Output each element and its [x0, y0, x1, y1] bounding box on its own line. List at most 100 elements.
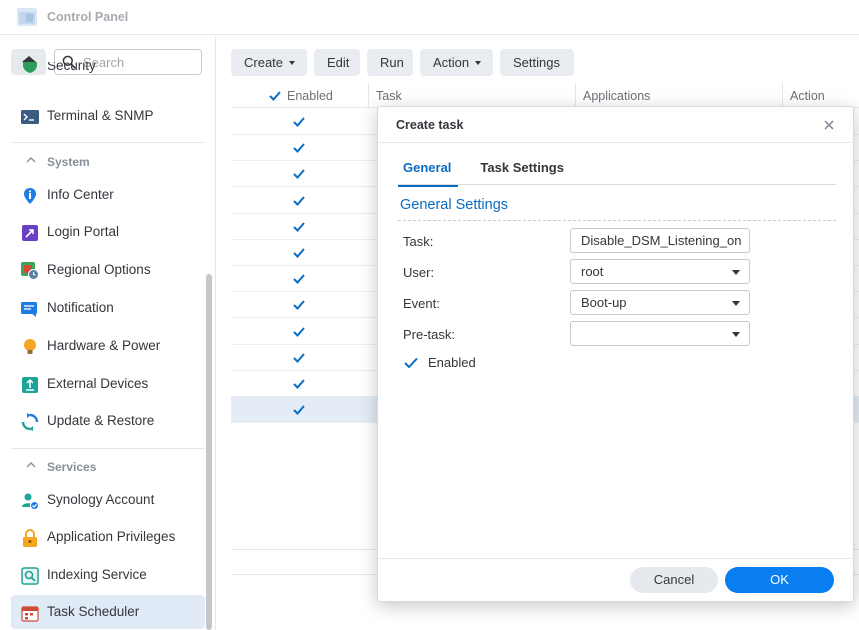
- tab-general[interactable]: General: [398, 159, 459, 187]
- column-label: Action: [790, 89, 825, 103]
- sidebar-item-label: Task Scheduler: [47, 604, 140, 619]
- create-button[interactable]: Create: [231, 49, 307, 76]
- checkmark-icon[interactable]: [292, 115, 306, 129]
- calendar-icon: [21, 606, 39, 622]
- checkmark-icon[interactable]: [292, 351, 306, 365]
- action-button[interactable]: Action: [420, 49, 493, 76]
- globe-clock-icon: [21, 262, 39, 280]
- column-applications[interactable]: Applications: [576, 83, 783, 108]
- tabs-divider: [398, 184, 836, 185]
- sidebar-item-label: External Devices: [47, 376, 149, 391]
- checkmark-icon[interactable]: [292, 220, 306, 234]
- terminal-icon: [21, 110, 39, 124]
- edit-button[interactable]: Edit: [314, 49, 360, 76]
- pretask-label: Pre-task:: [403, 327, 456, 342]
- checkmark-icon[interactable]: [292, 325, 306, 339]
- sidebar: Security Terminal & SNMP System Info Cen…: [0, 36, 216, 630]
- section-services[interactable]: Services: [11, 455, 205, 479]
- sidebar-item-hardware-power[interactable]: Hardware & Power: [11, 329, 205, 363]
- section-title: General Settings: [400, 197, 509, 213]
- section-divider: [398, 220, 836, 221]
- run-button[interactable]: Run: [367, 49, 413, 76]
- section-label: Services: [47, 460, 97, 474]
- cancel-button[interactable]: Cancel: [630, 567, 718, 593]
- sidebar-item-info-center[interactable]: Info Center: [11, 178, 205, 212]
- lightbulb-icon: [24, 339, 36, 354]
- update-icon: [21, 413, 39, 431]
- footer-divider: [378, 558, 855, 559]
- action-label: Action: [433, 55, 470, 70]
- toolbar: Create Edit Run Action Settings: [231, 49, 574, 76]
- checkmark-icon[interactable]: [268, 89, 282, 103]
- control-panel-icon: [17, 8, 37, 26]
- notification-icon: [21, 302, 37, 317]
- column-label: Enabled: [287, 89, 333, 103]
- checkmark-icon[interactable]: [292, 141, 306, 155]
- checkmark-icon[interactable]: [292, 194, 306, 208]
- sidebar-item-synology-account[interactable]: Synology Account: [11, 483, 205, 517]
- checkmark-icon[interactable]: [403, 355, 419, 371]
- sidebar-item-application-privileges[interactable]: Application Privileges: [11, 520, 205, 554]
- user-label: User:: [403, 265, 435, 280]
- enabled-label: Enabled: [428, 355, 476, 370]
- event-select[interactable]: Boot-up: [570, 290, 750, 315]
- pretask-select[interactable]: [570, 321, 750, 346]
- dialog-divider: [378, 142, 855, 143]
- sidebar-item-login-portal[interactable]: Login Portal: [11, 215, 205, 249]
- external-device-icon: [22, 377, 38, 393]
- sidebar-item-label: Application Privileges: [47, 529, 176, 544]
- login-portal-icon: [22, 225, 38, 241]
- checkmark-icon[interactable]: [292, 246, 306, 260]
- run-label: Run: [380, 55, 404, 70]
- task-name-input[interactable]: Disable_DSM_Listening_on: [570, 228, 750, 253]
- column-enabled[interactable]: Enabled: [231, 83, 369, 108]
- sidebar-item-terminal-snmp[interactable]: Terminal & SNMP: [11, 99, 205, 133]
- column-task[interactable]: Task: [369, 83, 576, 108]
- dropdown-arrow-icon: [732, 270, 740, 275]
- window-title: Control Panel: [47, 10, 129, 24]
- grid-header: Enabled Task Applications Action: [231, 83, 859, 108]
- sidebar-item-label: Login Portal: [47, 224, 120, 239]
- column-label: Task: [376, 89, 402, 103]
- user-select[interactable]: root: [570, 259, 750, 284]
- checkmark-icon[interactable]: [292, 377, 306, 391]
- chevron-up-icon: [26, 157, 36, 163]
- sidebar-item-task-scheduler[interactable]: Task Scheduler: [11, 595, 205, 629]
- edit-label: Edit: [327, 55, 350, 70]
- sidebar-scrollbar[interactable]: [206, 274, 212, 630]
- checkmark-icon[interactable]: [292, 403, 306, 417]
- checkmark-icon[interactable]: [292, 167, 306, 181]
- section-system[interactable]: System: [11, 150, 205, 174]
- sidebar-item-regional-options[interactable]: Regional Options: [11, 253, 205, 287]
- sidebar-item-security[interactable]: Security: [11, 62, 205, 82]
- sidebar-item-label: Update & Restore: [47, 413, 155, 428]
- section-label: System: [47, 155, 90, 169]
- close-icon[interactable]: [822, 118, 836, 132]
- create-task-dialog: Create task General Task Settings Genera…: [377, 106, 855, 602]
- checkmark-icon[interactable]: [292, 272, 306, 286]
- dropdown-arrow-icon: [732, 332, 740, 337]
- checkmark-icon[interactable]: [292, 298, 306, 312]
- sidebar-item-notification[interactable]: Notification: [11, 291, 205, 325]
- settings-button[interactable]: Settings: [500, 49, 574, 76]
- sidebar-item-update-restore[interactable]: Update & Restore: [11, 404, 205, 438]
- sidebar-item-indexing-service[interactable]: Indexing Service: [11, 558, 205, 592]
- dialog-title: Create task: [396, 118, 464, 132]
- event-value: Boot-up: [581, 295, 627, 310]
- task-label: Task:: [403, 234, 434, 249]
- lock-icon: [23, 529, 37, 547]
- shield-icon: [23, 62, 37, 73]
- dropdown-arrow-icon: [732, 301, 740, 306]
- tab-task-settings[interactable]: Task Settings: [475, 159, 566, 185]
- ok-button[interactable]: OK: [725, 567, 834, 593]
- column-action[interactable]: Action: [783, 83, 859, 108]
- sidebar-item-label: Regional Options: [47, 262, 151, 277]
- caret-down-icon: [475, 60, 482, 65]
- sidebar-item-label: Info Center: [47, 187, 114, 202]
- nav-divider: [11, 448, 205, 449]
- chevron-up-icon: [26, 462, 36, 468]
- sidebar-item-external-devices[interactable]: External Devices: [11, 367, 205, 401]
- sidebar-item-label: Synology Account: [47, 492, 155, 507]
- create-label: Create: [244, 55, 284, 70]
- sidebar-item-label: Indexing Service: [47, 567, 147, 582]
